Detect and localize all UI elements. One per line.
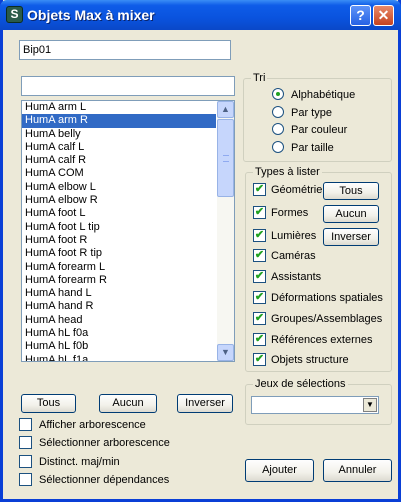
window-title: Objets Max à mixer <box>27 7 155 23</box>
list-item[interactable]: HumA forearm R <box>22 274 216 287</box>
help-button[interactable]: ? <box>350 5 371 26</box>
type-label-2: Lumières <box>271 230 317 242</box>
type-checkbox-7[interactable]: ✔ <box>253 333 266 346</box>
type-label-8: Objets structure <box>271 354 349 366</box>
list-item[interactable]: HumA calf R <box>22 154 216 167</box>
list-item[interactable]: HumA foot R <box>22 234 216 247</box>
sort-radio-alphabetical[interactable] <box>272 88 284 100</box>
option-label-2: Distinct. maj/min <box>39 456 120 468</box>
list-item[interactable]: HumA head <box>22 314 216 327</box>
type-checkbox-3[interactable]: ✔ <box>253 249 266 262</box>
option-label-0: Afficher arborescence <box>39 419 146 431</box>
types-group-title: Types à lister <box>253 166 322 178</box>
option-checkbox-3[interactable] <box>19 473 32 486</box>
list-item[interactable]: HumA foot L <box>22 207 216 220</box>
type-label-3: Caméras <box>271 250 316 262</box>
search-input[interactable] <box>21 76 235 96</box>
list-none-button[interactable]: Aucun <box>99 394 157 413</box>
sort-radio-size[interactable] <box>272 141 284 153</box>
sort-group-title: Tri <box>251 72 268 84</box>
option-checkbox-0[interactable] <box>19 418 32 431</box>
list-all-button[interactable]: Tous <box>21 394 76 413</box>
sort-radio-type[interactable] <box>272 106 284 118</box>
sort-label-0: Alphabétique <box>291 89 356 101</box>
type-checkbox-1[interactable]: ✔ <box>253 206 266 219</box>
object-list[interactable]: HumA arm L HumA arm R HumA belly HumA calf … <box>21 100 235 362</box>
type-checkbox-6[interactable]: ✔ <box>253 312 266 325</box>
list-item[interactable]: HumA arm L <box>22 101 216 114</box>
list-item[interactable]: HumA hL f1a <box>22 354 216 361</box>
types-all-button[interactable]: Tous <box>323 182 379 200</box>
list-item[interactable]: HumA arm R <box>22 114 216 128</box>
option-label-3: Sélectionner dépendances <box>39 474 170 486</box>
list-item[interactable]: HumA belly <box>22 128 216 141</box>
list-scrollbar[interactable]: ▲ ▼ <box>217 101 234 361</box>
type-label-5: Déformations spatiales <box>271 292 383 304</box>
type-checkbox-5[interactable]: ✔ <box>253 291 266 304</box>
scroll-grip-icon <box>223 155 229 162</box>
list-invert-button[interactable]: Inverser <box>177 394 233 413</box>
type-checkbox-0[interactable]: ✔ <box>253 183 266 196</box>
type-label-7: Références externes <box>271 334 373 346</box>
scroll-thumb[interactable] <box>217 119 234 197</box>
type-label-0: Géométrie <box>271 184 323 196</box>
list-item[interactable]: HumA COM <box>22 167 216 180</box>
sort-radio-color[interactable] <box>272 123 284 135</box>
title-bar[interactable]: S Objets Max à mixer ? ✕ <box>0 0 401 30</box>
name-field[interactable]: Bip01 <box>19 40 231 60</box>
list-item[interactable]: HumA hand R <box>22 300 216 313</box>
type-checkbox-8[interactable]: ✔ <box>253 353 266 366</box>
sort-label-1: Par type <box>291 107 332 119</box>
list-item[interactable]: HumA elbow L <box>22 181 216 194</box>
cancel-button[interactable]: Annuler <box>323 459 392 482</box>
type-label-1: Formes <box>271 207 309 219</box>
list-item[interactable]: HumA hand L <box>22 287 216 300</box>
list-item[interactable]: HumA foot R tip <box>22 247 216 260</box>
add-button[interactable]: Ajouter <box>245 459 314 482</box>
types-invert-button[interactable]: Inverser <box>323 228 379 246</box>
scroll-down-icon[interactable]: ▼ <box>217 344 234 361</box>
selection-sets-dropdown[interactable]: ▼ <box>251 396 379 414</box>
option-checkbox-1[interactable] <box>19 436 32 449</box>
sort-label-3: Par taille <box>291 142 334 154</box>
sort-label-2: Par couleur <box>291 124 348 136</box>
selection-sets-title: Jeux de sélections <box>253 378 348 390</box>
scroll-up-icon[interactable]: ▲ <box>217 101 234 118</box>
app-icon: S <box>6 6 23 23</box>
dropdown-arrow-icon[interactable]: ▼ <box>363 398 377 412</box>
type-checkbox-2[interactable]: ✔ <box>253 229 266 242</box>
close-button[interactable]: ✕ <box>373 5 394 26</box>
types-none-button[interactable]: Aucun <box>323 205 379 223</box>
list-item[interactable]: HumA elbow R <box>22 194 216 207</box>
type-label-4: Assistants <box>271 271 322 283</box>
option-checkbox-2[interactable] <box>19 455 32 468</box>
type-checkbox-4[interactable]: ✔ <box>253 270 266 283</box>
option-label-1: Sélectionner arborescence <box>39 437 170 449</box>
list-item[interactable]: HumA hL f0a <box>22 327 216 340</box>
list-item[interactable]: HumA calf L <box>22 141 216 154</box>
dialog-window: S Objets Max à mixer ? ✕ Bip01 HumA arm … <box>0 0 401 502</box>
list-items: HumA arm L HumA arm R HumA belly HumA calf … <box>22 101 234 361</box>
list-item[interactable]: HumA foot L tip <box>22 221 216 234</box>
type-label-6: Groupes/Assemblages <box>271 313 383 325</box>
list-item[interactable]: HumA hL f0b <box>22 340 216 353</box>
list-item[interactable]: HumA forearm L <box>22 261 216 274</box>
